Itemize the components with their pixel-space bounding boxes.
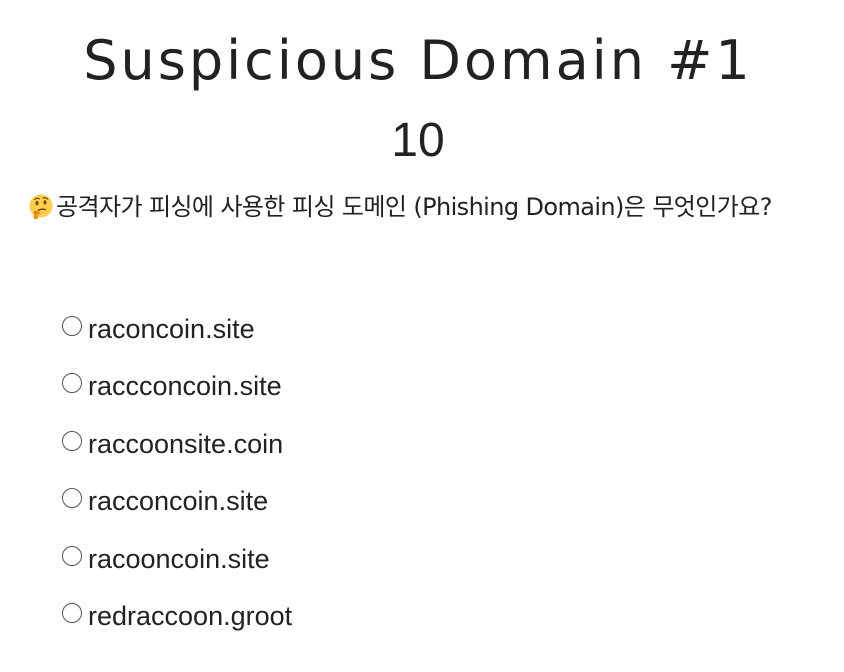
answer-option-label[interactable]: racooncoin.site (88, 544, 270, 574)
radio-button[interactable] (62, 315, 82, 336)
radio-button[interactable] (62, 488, 82, 509)
answer-option[interactable]: raccoonsite.coin (62, 415, 292, 473)
answer-option-label[interactable]: racconcoin.site (88, 486, 268, 516)
radio-button[interactable] (62, 545, 82, 566)
answer-option[interactable]: redraccoon.groot (62, 588, 292, 646)
answer-option[interactable]: racooncoin.site (62, 530, 292, 588)
answer-option[interactable]: racconcoin.site (62, 473, 292, 531)
question-text-block: 공격자가 피싱에 사용한 피싱 도메인 (Phishing Domain)은 무… (28, 186, 818, 229)
challenge-title: Suspicious Domain #1 (83, 29, 753, 92)
challenge-points: 10 (391, 114, 445, 167)
answer-options: raconcoin.site raccconcoin.site raccoonsit… (62, 300, 292, 645)
question-text: 공격자가 피싱에 사용한 피싱 도메인 (Phishing Domain)은 무… (56, 193, 772, 221)
thinking-face-icon (29, 194, 53, 219)
answer-option[interactable]: raccconcoin.site (62, 358, 292, 416)
answer-option[interactable]: raconcoin.site (62, 300, 292, 358)
answer-option-label[interactable]: raccoonsite.coin (88, 429, 283, 459)
answer-option-label[interactable]: raccconcoin.site (88, 371, 282, 401)
radio-button[interactable] (62, 373, 82, 394)
answer-option-label[interactable]: redraccoon.groot (88, 601, 292, 631)
radio-button[interactable] (62, 603, 82, 624)
answer-option-label[interactable]: raconcoin.site (88, 314, 255, 344)
radio-button[interactable] (62, 430, 82, 451)
